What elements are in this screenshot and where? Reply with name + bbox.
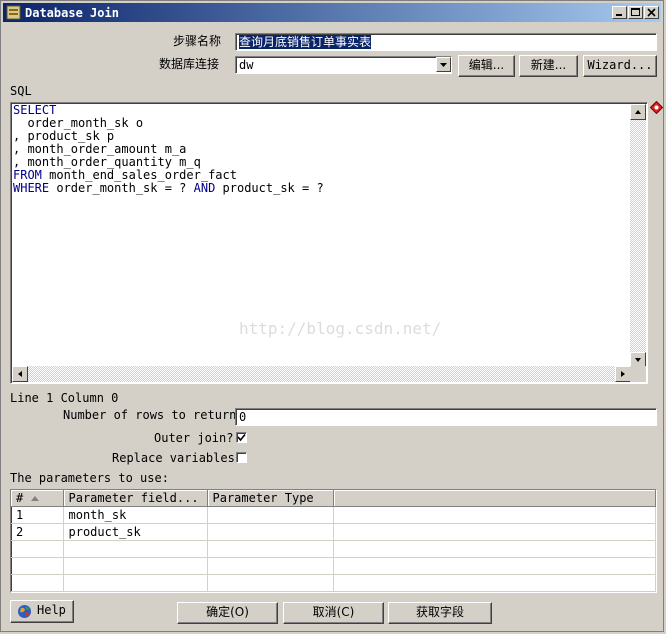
parameter-field-cell[interactable] — [63, 557, 208, 575]
sql-vertical-scrollbar[interactable] — [630, 104, 646, 368]
parameter-type-cell[interactable] — [207, 557, 334, 575]
watermark: http://blog.csdn.net/ — [239, 319, 442, 338]
parameter-field-cell[interactable]: product_sk — [63, 523, 208, 541]
database-join-dialog: Database Join 步骤名称 查询月底销售订单事实表 数据库连接 dw … — [0, 0, 664, 632]
get-fields-button[interactable]: 获取字段 — [388, 602, 492, 624]
empty-cell — [333, 506, 656, 524]
parameter-type-cell[interactable] — [207, 540, 334, 558]
sql-token: order_month_sk = ? — [49, 181, 194, 195]
table-row[interactable]: 1 month_sk — [11, 506, 656, 524]
minimize-button[interactable] — [612, 6, 627, 19]
arrow-right-icon — [621, 371, 625, 377]
sql-keyword: FROM — [13, 168, 42, 182]
row-number: 2 — [11, 523, 64, 541]
sql-token: month_end_sales_order_fact — [41, 168, 237, 182]
row-number — [11, 574, 64, 592]
outer-join-label: Outer join? — [154, 431, 234, 445]
help-globe-icon — [18, 605, 31, 618]
sql-line: WHERE order_month_sk = ? AND product_sk … — [13, 182, 324, 195]
column-header-parameter-field[interactable]: Parameter field... — [63, 490, 208, 507]
parameter-field-cell[interactable]: month_sk — [63, 506, 208, 524]
row-number — [11, 557, 64, 575]
sql-keyword: AND — [193, 181, 216, 195]
rows-to-return-input[interactable]: 0 — [235, 408, 657, 426]
table-row[interactable] — [11, 557, 656, 575]
arrow-down-icon — [635, 358, 641, 362]
rows-to-return-label: Number of rows to return — [63, 408, 237, 422]
sql-horizontal-scrollbar[interactable] — [12, 366, 631, 382]
step-name-input[interactable]: 查询月底销售订单事实表 — [235, 33, 657, 51]
scroll-right-arrow[interactable] — [615, 366, 631, 382]
cursor-position-status: Line 1 Column 0 — [10, 391, 119, 405]
replace-variables-label: Replace variables — [112, 451, 235, 465]
scroll-left-arrow[interactable] — [12, 366, 28, 382]
empty-cell — [333, 523, 656, 541]
chevron-down-icon — [440, 63, 447, 67]
check-icon — [237, 433, 246, 442]
maximize-icon — [631, 8, 640, 16]
table-row[interactable] — [11, 574, 656, 592]
step-name-value: 查询月底销售订单事实表 — [239, 35, 372, 49]
step-name-label: 步骤名称 — [173, 34, 222, 48]
parameter-field-cell[interactable] — [63, 540, 208, 558]
sql-token: , month_order_quantity m_q — [13, 155, 201, 169]
maximize-button[interactable] — [628, 6, 643, 19]
parameter-type-cell[interactable] — [207, 506, 334, 524]
cancel-button[interactable]: 取消(C) — [283, 602, 384, 624]
wizard-button[interactable]: Wizard... — [583, 55, 657, 77]
sql-keyword: WHERE — [13, 181, 50, 195]
empty-cell — [333, 557, 656, 575]
sql-token: , month_order_amount m_a — [13, 142, 187, 156]
empty-cell — [333, 574, 656, 592]
ok-button[interactable]: 确定(O) — [177, 602, 278, 624]
connection-dropdown-button[interactable] — [436, 57, 451, 72]
arrow-left-icon — [18, 371, 22, 377]
replace-variables-checkbox[interactable] — [236, 452, 247, 463]
new-connection-button[interactable]: 新建... — [519, 55, 578, 77]
parameters-label: The parameters to use: — [10, 471, 169, 485]
sql-token: product_sk = ? — [215, 181, 324, 195]
sql-text[interactable]: SELECT order_month_sk o, product_sk p, m… — [13, 104, 324, 195]
table-row[interactable]: 2 product_sk — [11, 523, 656, 541]
table-row[interactable] — [11, 540, 656, 558]
scroll-up-arrow[interactable] — [630, 104, 646, 120]
sql-token: order_month_sk o — [13, 116, 144, 130]
column-header-number[interactable]: # — [11, 490, 64, 507]
outer-join-checkbox[interactable] — [236, 432, 247, 443]
help-label: Help — [37, 603, 66, 617]
close-button[interactable] — [644, 6, 659, 19]
edit-connection-button[interactable]: 编辑... — [458, 55, 515, 77]
row-number: 1 — [11, 506, 64, 524]
arrow-up-icon — [635, 110, 641, 114]
connection-value: dw — [239, 58, 254, 72]
parameters-table[interactable]: # Parameter field... Parameter Type 1 mon… — [10, 489, 657, 593]
sql-keyword: SELECT — [13, 103, 57, 117]
connection-select[interactable]: dw — [235, 56, 452, 74]
empty-cell — [333, 540, 656, 558]
app-icon — [6, 5, 21, 20]
parameter-type-cell[interactable] — [207, 574, 334, 592]
window-title: Database Join — [25, 6, 119, 20]
row-number — [11, 540, 64, 558]
connection-label: 数据库连接 — [159, 57, 220, 71]
parameter-type-cell[interactable] — [207, 523, 334, 541]
scrollbar-corner — [630, 366, 646, 382]
sql-token: , product_sk p — [13, 129, 115, 143]
column-header-parameter-type[interactable]: Parameter Type — [207, 490, 334, 507]
table-header-row: # Parameter field... Parameter Type — [11, 490, 656, 507]
minimize-icon — [616, 14, 622, 16]
close-icon — [647, 8, 656, 17]
parameter-field-cell[interactable] — [63, 574, 208, 592]
rows-to-return-value: 0 — [239, 410, 247, 424]
sort-up-icon — [31, 496, 40, 501]
sql-label: SQL — [10, 84, 32, 98]
title-bar: Database Join — [3, 3, 661, 22]
column-header-filler — [333, 490, 656, 507]
help-button[interactable]: Help — [10, 600, 74, 623]
variable-diamond-icon[interactable] — [650, 101, 663, 114]
sql-editor[interactable]: SELECT order_month_sk o, product_sk p, m… — [10, 102, 648, 384]
